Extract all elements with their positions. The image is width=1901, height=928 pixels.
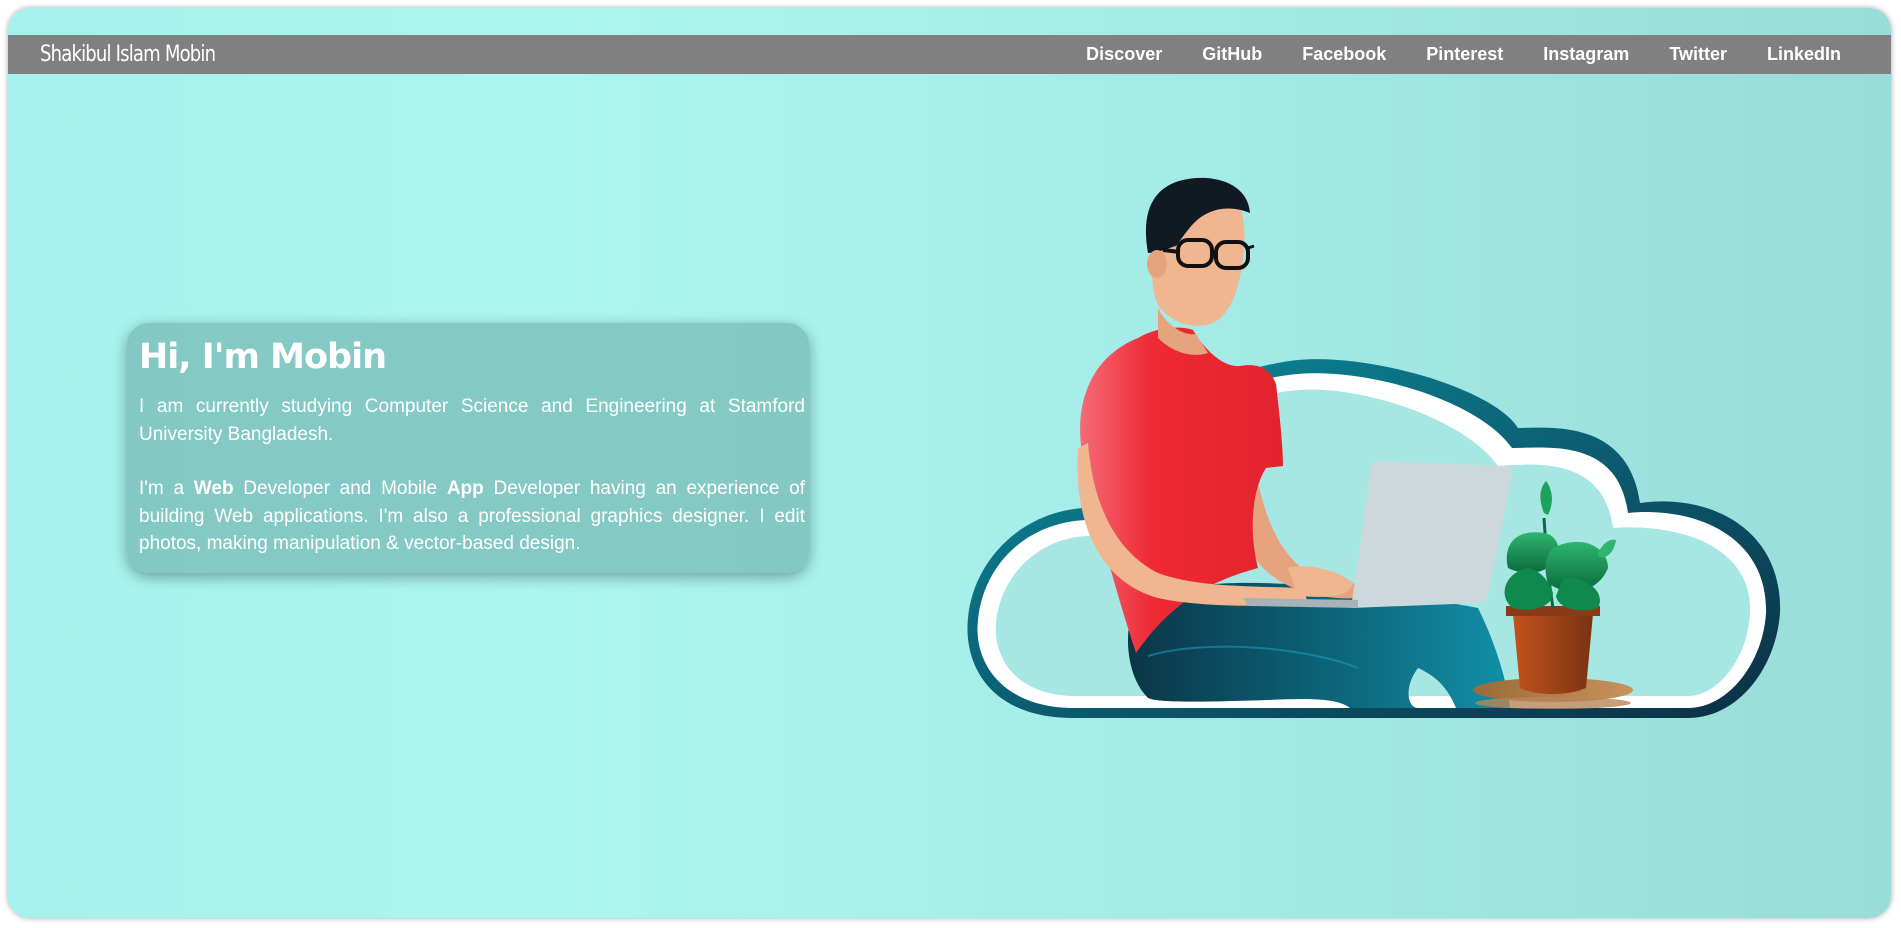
- page-frame: Shakibul Islam Mobin Discover GitHub Fac…: [8, 8, 1891, 918]
- skills-text-middle: Developer and Mobile: [233, 478, 447, 499]
- intro-paragraph-study: I am currently studying Computer Science…: [139, 396, 805, 445]
- brand-name[interactable]: Shakibul Islam Mobin: [40, 35, 216, 74]
- nav-link-facebook[interactable]: Facebook: [1302, 44, 1386, 65]
- hero-illustration: [967, 177, 1781, 718]
- nav-link-github[interactable]: GitHub: [1202, 44, 1262, 65]
- nav-link-instagram[interactable]: Instagram: [1543, 44, 1629, 65]
- nav-link-twitter[interactable]: Twitter: [1669, 44, 1727, 65]
- nav-links: Discover GitHub Facebook Pinterest Insta…: [1046, 35, 1841, 74]
- nav-link-discover[interactable]: Discover: [1086, 44, 1162, 65]
- intro-paragraph-skills: I'm a Web Developer and Mobile App Devel…: [139, 475, 805, 558]
- intro-heading: Hi, I'm Mobin: [139, 337, 387, 377]
- skills-text-prefix: I'm a: [139, 478, 194, 499]
- nav-link-linkedin[interactable]: LinkedIn: [1767, 44, 1841, 65]
- nav-link-pinterest[interactable]: Pinterest: [1426, 44, 1503, 65]
- intro-card: Hi, I'm Mobin I am currently studying Co…: [127, 323, 809, 573]
- top-navbar: Shakibul Islam Mobin Discover GitHub Fac…: [8, 35, 1891, 74]
- skills-app-strong: App: [446, 478, 484, 499]
- skills-web-strong: Web: [193, 478, 234, 499]
